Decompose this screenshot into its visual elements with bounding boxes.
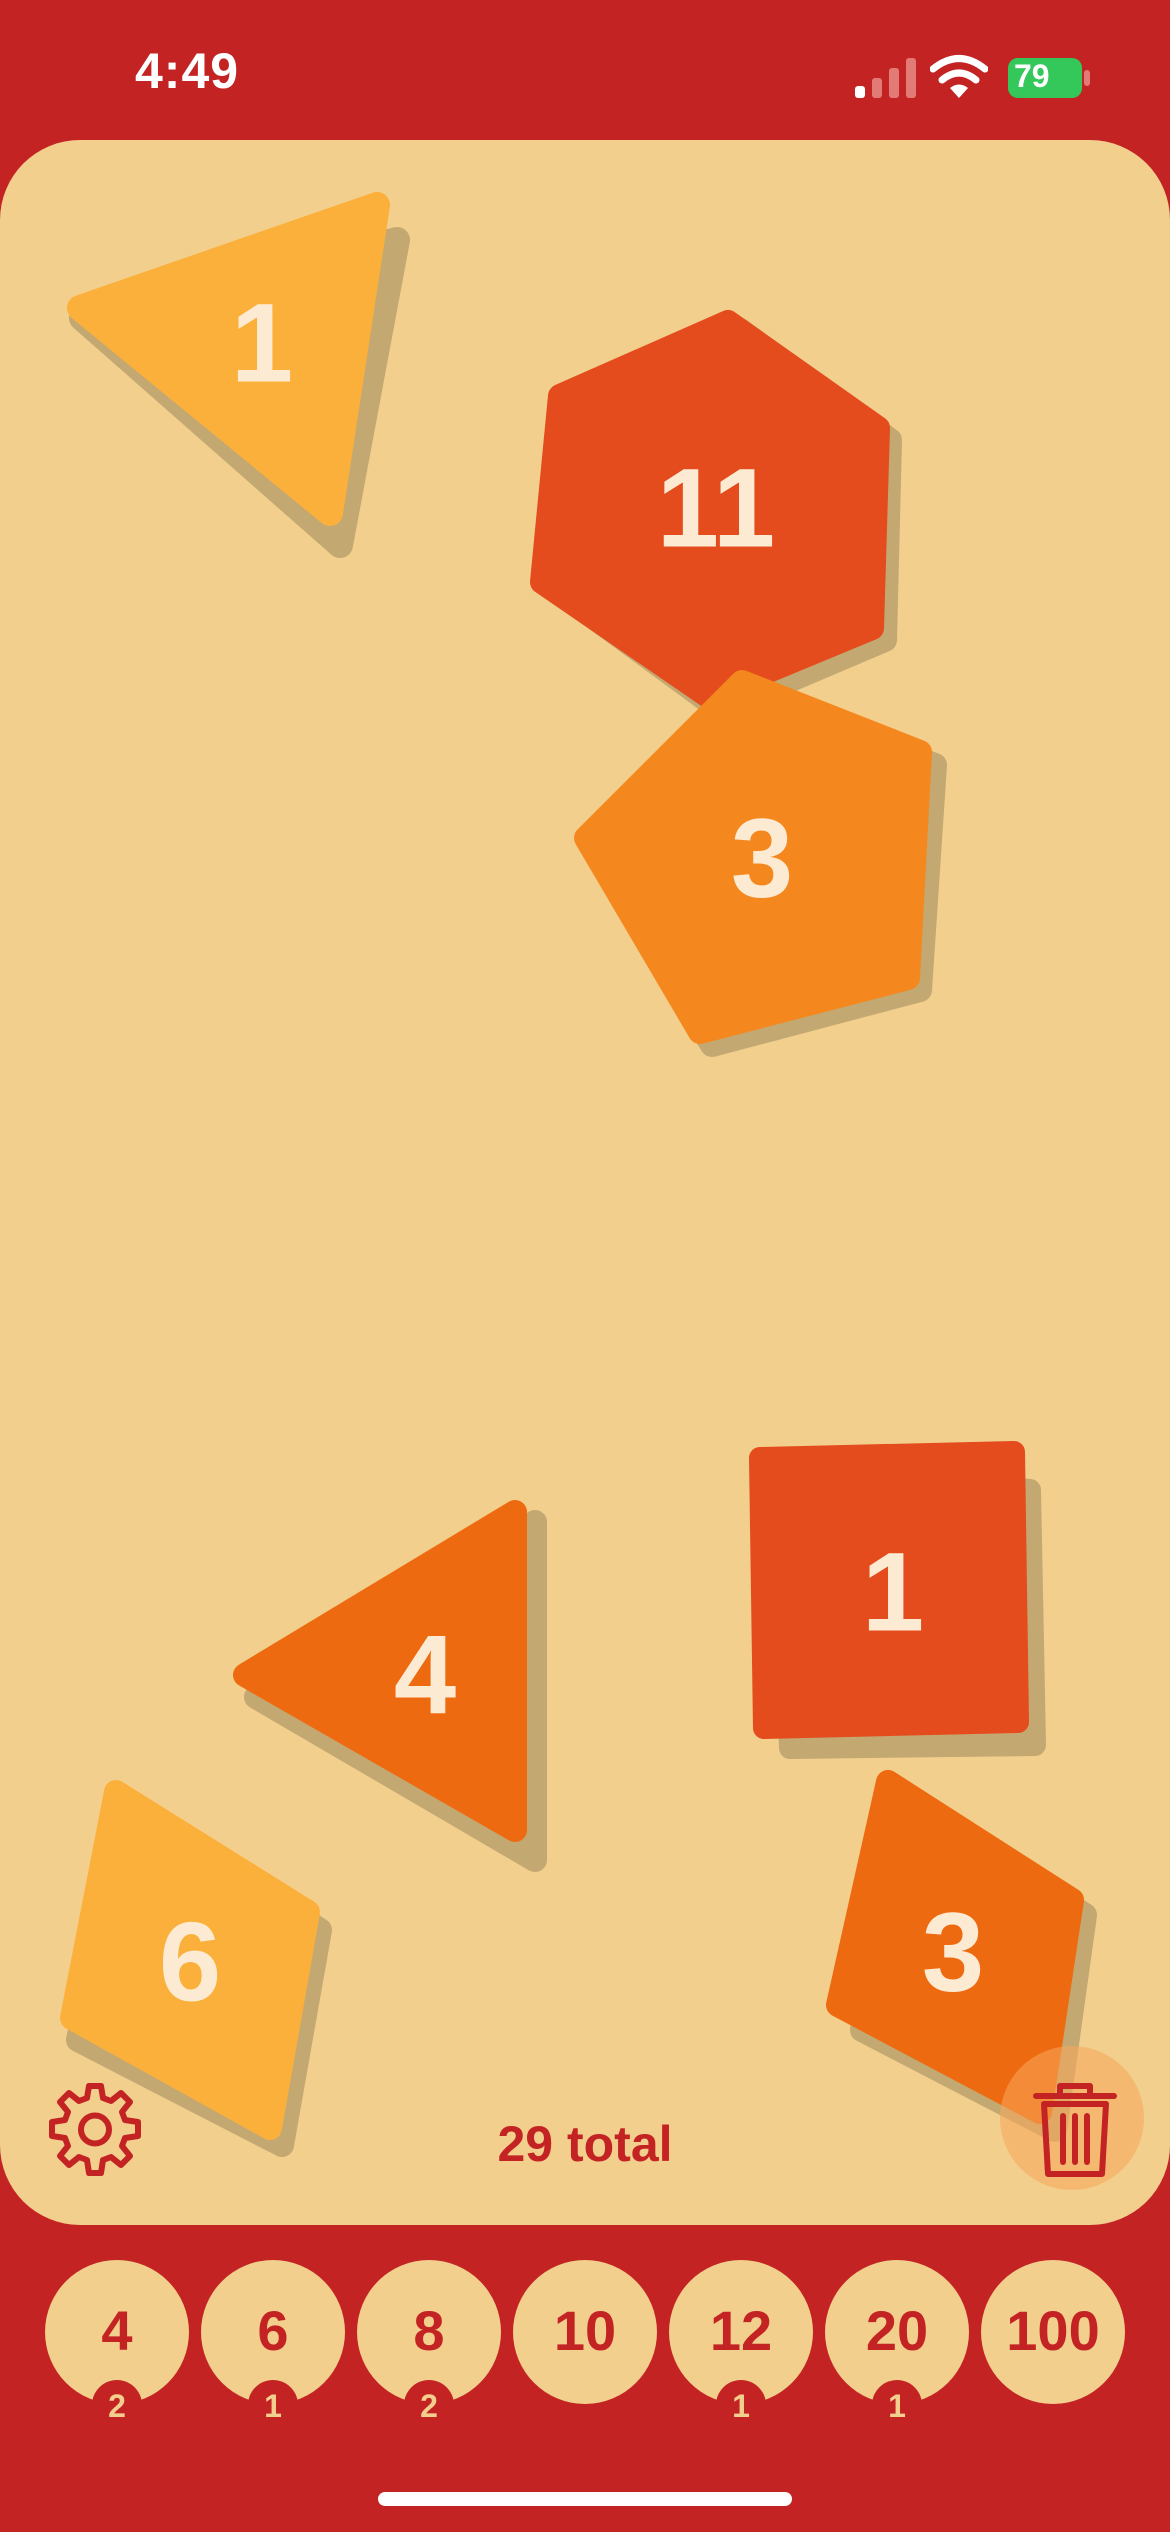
die-count-badge: 2: [92, 2380, 142, 2430]
die-type-label: 100: [1006, 2299, 1100, 2362]
add-d12-button[interactable]: 12 1: [669, 2260, 813, 2430]
die-value: 3: [921, 1889, 985, 2015]
die-type-label: 4: [101, 2299, 133, 2362]
die-count-badge: 2: [404, 2380, 454, 2430]
add-d10-button[interactable]: 10: [513, 2260, 657, 2404]
die-type-label: 12: [709, 2299, 773, 2362]
add-d4-button[interactable]: 4 2: [45, 2260, 189, 2430]
die-value: 1: [861, 1529, 925, 1655]
add-d6-button[interactable]: 6 1: [201, 2260, 345, 2430]
total-label: 29 total: [497, 2116, 673, 2172]
die-value: 3: [730, 795, 794, 921]
add-d100-button[interactable]: 100: [981, 2260, 1125, 2404]
die-type-label: 8: [413, 2299, 445, 2362]
die-count-badge: 1: [872, 2380, 922, 2430]
die-value: 4: [393, 1612, 457, 1738]
add-d20-button[interactable]: 20 1: [825, 2260, 969, 2430]
die-type-label: 20: [865, 2299, 929, 2362]
die-value: 6: [158, 1899, 222, 2025]
die-value: 1: [230, 280, 294, 406]
trash-icon[interactable]: [1030, 2080, 1120, 2180]
die-type-label: 10: [553, 2299, 617, 2362]
add-d8-button[interactable]: 8 2: [357, 2260, 501, 2430]
die-d4[interactable]: [67, 192, 390, 526]
die-value: 11: [656, 445, 776, 571]
die-type-label: 6: [257, 2299, 289, 2362]
die-count-badge: 1: [716, 2380, 766, 2430]
die-count-badge: 1: [248, 2380, 298, 2430]
home-indicator[interactable]: [378, 2492, 792, 2506]
dice-picker: 4 2 6 1 8 2 10 12 1 20 1 100: [0, 2260, 1170, 2440]
